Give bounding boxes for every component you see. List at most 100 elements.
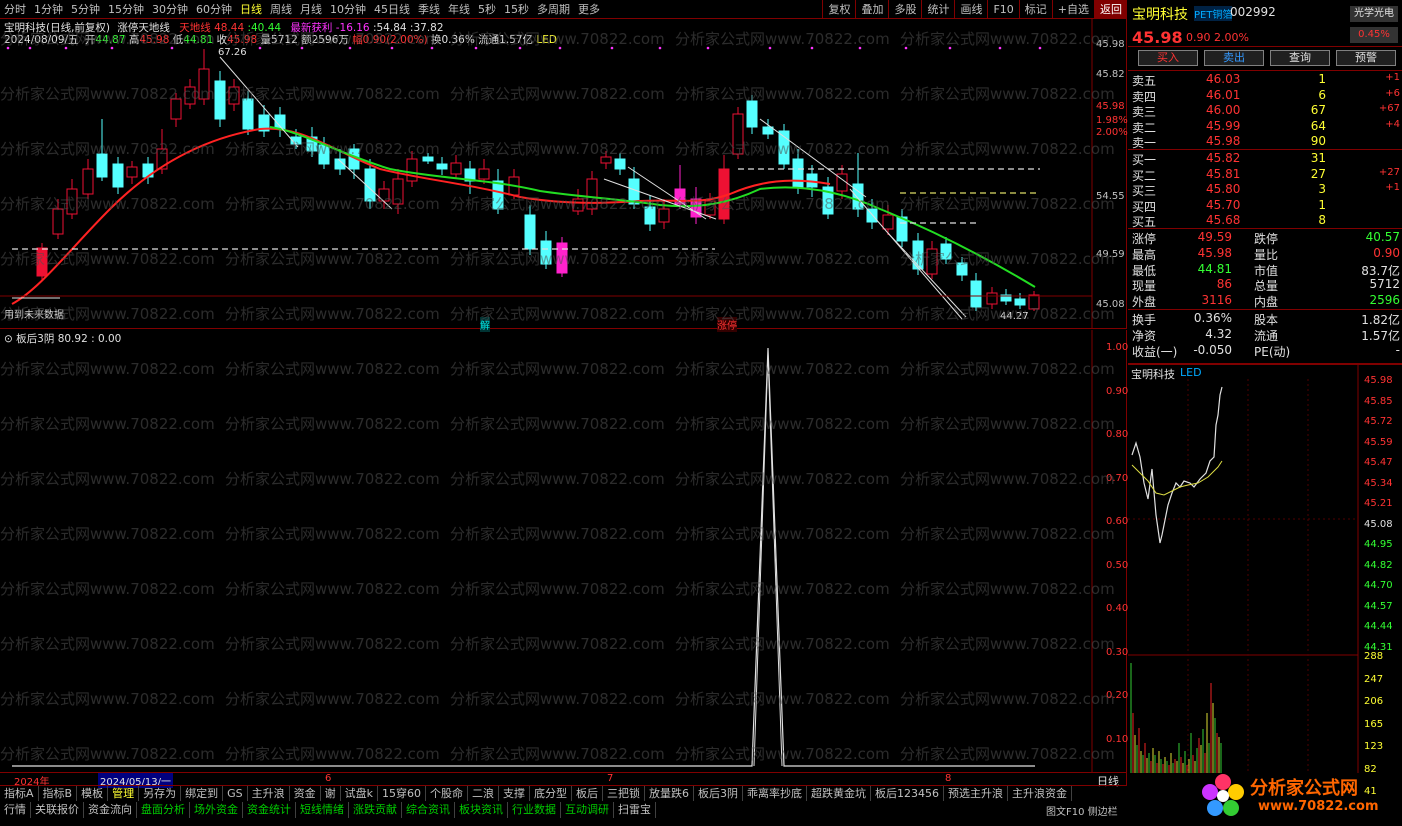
indicator-tab[interactable]: 主升浪资金	[1008, 786, 1072, 801]
kline-panel[interactable]: 宝明科技(日线,前复权) 涨停天地线 天地线 48.44 :40.44 最新获利…	[0, 19, 1128, 332]
indicator-tab[interactable]: 另存为	[139, 786, 182, 801]
candle-body	[52, 208, 64, 235]
indicator-tab[interactable]: 模板	[77, 786, 109, 801]
indicator-tab[interactable]: 支撑	[499, 786, 530, 801]
info-tab[interactable]: 扫雷宝	[614, 802, 656, 818]
indicator-tab[interactable]: 底分型	[530, 786, 572, 801]
mini-price-label: 45.72	[1364, 416, 1393, 427]
logo-name: 分析家公式网	[1250, 778, 1358, 799]
query-button[interactable]: 查询	[1270, 50, 1330, 66]
indicator-tab[interactable]: 板后3阴	[694, 786, 743, 801]
signal-dot	[1038, 46, 1042, 50]
indicator-tab[interactable]: 管理	[108, 786, 140, 801]
indicator-tab[interactable]: 绑定到	[181, 786, 224, 801]
toolbar-tool[interactable]: 多股	[888, 0, 921, 18]
indicator-panel[interactable]: ⊙ 板后3阴 80.92 : 0.00 1.00 0.90 0.80 0.70 0.60…	[0, 330, 1129, 772]
period-tab[interactable]: 45日线	[370, 1, 414, 17]
indicator-tab[interactable]: 板后	[572, 786, 603, 801]
toolbar-tool[interactable]: F10	[987, 0, 1018, 18]
stat-value: -	[1395, 343, 1400, 357]
stat-value: 86	[1216, 277, 1232, 292]
indicator-tab[interactable]: 预选主升浪	[944, 786, 1008, 801]
mini-intraday-chart[interactable]: 宝明科技 LED 45.98 45.85 45.72 45.59 45.47 45.34 4…	[1128, 364, 1402, 797]
toolbar-tool[interactable]: 返回	[1094, 0, 1127, 18]
period-tab[interactable]: 10分钟	[326, 1, 370, 17]
ask-row: 卖三 46.00 67 +67	[1132, 103, 1400, 119]
period-tab[interactable]: 15秒	[500, 1, 533, 17]
stat-value: 5712	[1369, 277, 1400, 292]
indicator-tab[interactable]: 试盘k	[341, 786, 378, 801]
bid-delta: +27	[1378, 166, 1400, 178]
period-tab[interactable]: 30分钟	[148, 1, 192, 17]
candle-body	[184, 86, 196, 105]
candle-body	[792, 158, 804, 188]
period-tab[interactable]: 周线	[266, 1, 296, 17]
period-tab[interactable]: 月线	[296, 1, 326, 17]
stat-value: 0.90	[1373, 245, 1400, 260]
period-tab[interactable]: 更多	[574, 1, 604, 17]
info-tab[interactable]: 涨跌贡献	[349, 802, 402, 818]
signal-dot	[610, 46, 614, 50]
indicator-tab[interactable]: 主升浪	[248, 786, 290, 801]
period-tab[interactable]: 多周期	[533, 1, 574, 17]
period-tab[interactable]: 5分钟	[67, 1, 104, 17]
toolbar-tool[interactable]: 标记	[1018, 0, 1052, 18]
ask-label: 卖一	[1132, 136, 1157, 151]
info-tab[interactable]: 关联报价	[31, 802, 84, 818]
candle-body	[492, 180, 504, 210]
ask-label: 卖二	[1132, 120, 1157, 135]
info-tab[interactable]: 互动调研	[561, 802, 614, 818]
indicator-axis-label: 0.10	[1106, 733, 1129, 745]
stock-tag[interactable]: 光学光电	[1350, 6, 1398, 22]
alert-button[interactable]: 预警	[1336, 50, 1396, 66]
signal-dot	[858, 46, 862, 50]
indicator-tab[interactable]: 乖离率抄底	[743, 786, 807, 801]
indicator-tab[interactable]: 个股命	[426, 786, 468, 801]
toolbar-tool[interactable]: 统计	[921, 0, 954, 18]
candle-body	[586, 178, 598, 210]
indicator-tab[interactable]: 指标A	[0, 786, 39, 801]
period-tab[interactable]: 15分钟	[104, 1, 148, 17]
info-tab[interactable]: 短线情绪	[296, 802, 349, 818]
candle-body	[732, 113, 744, 155]
indicator-tab[interactable]: 15穿60	[378, 786, 426, 801]
indicator-tab[interactable]: 超跌黄金坑	[807, 786, 871, 801]
info-tab[interactable]: 场外资金	[190, 802, 243, 818]
candle-body	[600, 156, 612, 164]
info-tab[interactable]: 行情	[0, 802, 31, 818]
mini-price-label: 44.44	[1364, 621, 1393, 632]
indicator-tab[interactable]: 谢	[321, 786, 341, 801]
bid-label: 买五	[1132, 215, 1157, 230]
period-tab[interactable]: 5秒	[474, 1, 500, 17]
toolbar-tool[interactable]: +自选	[1051, 0, 1094, 18]
period-tab[interactable]: 季线	[414, 1, 444, 17]
indicator-tab[interactable]: 三把锁	[603, 786, 645, 801]
indicator-tab[interactable]: 板后123456	[871, 786, 944, 801]
signal-dot	[768, 46, 772, 50]
indicator-tab[interactable]: 资金	[290, 786, 321, 801]
info-tab[interactable]: 综合资讯	[402, 802, 455, 818]
indicator-tab[interactable]: 指标B	[39, 786, 78, 801]
info-tab[interactable]: 板块资讯	[455, 802, 508, 818]
indicator-tab[interactable]: 二浪	[468, 786, 499, 801]
toolbar-tool[interactable]: 复权	[822, 0, 855, 18]
info-tab[interactable]: 资金统计	[243, 802, 296, 818]
toolbar-tool[interactable]: 画线	[954, 0, 987, 18]
indicator-axis-label: 0.20	[1106, 690, 1129, 701]
indicator-tab[interactable]: GS	[223, 786, 248, 801]
period-tab[interactable]: 1分钟	[30, 1, 67, 17]
period-tab[interactable]: 分时	[0, 1, 30, 17]
period-tab[interactable]: 日线	[236, 1, 266, 17]
period-tab[interactable]: 60分钟	[192, 1, 236, 17]
signal-dot	[658, 46, 662, 50]
buy-button[interactable]: 买入	[1138, 50, 1198, 66]
toolbar-tool[interactable]: 叠加	[855, 0, 888, 18]
info-tab[interactable]: 资金流向	[84, 802, 137, 818]
period-tab[interactable]: 年线	[444, 1, 474, 17]
side-panel-button[interactable]: 图文F10 侧边栏	[1046, 803, 1118, 818]
info-tab[interactable]: 行业数据	[508, 802, 561, 818]
sell-button[interactable]: 卖出	[1204, 50, 1264, 66]
indicator-tab[interactable]: 放量跌6	[645, 786, 694, 801]
indicator-signal-line	[12, 347, 1035, 767]
info-tab[interactable]: 盘面分析	[137, 802, 190, 818]
